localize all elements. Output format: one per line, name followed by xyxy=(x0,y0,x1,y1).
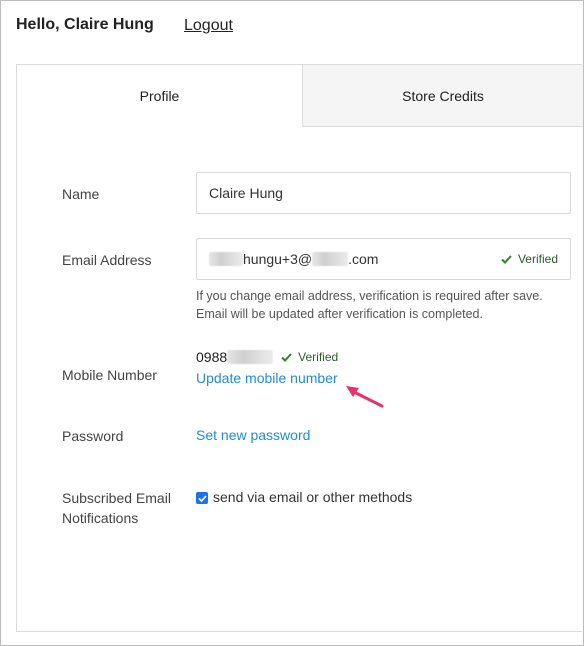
email-value-suffix: .com xyxy=(348,251,379,267)
check-icon xyxy=(281,352,292,362)
mobile-value-prefix: 0988 xyxy=(196,349,228,365)
subscription-checkbox-label[interactable]: send via email or other methods xyxy=(213,489,412,505)
redacted-blur xyxy=(209,252,243,266)
email-field[interactable]: hungu+3@ .com Verified xyxy=(196,238,571,280)
annotation-arrow xyxy=(346,386,384,408)
email-hint-line2: Email will be updated after verification… xyxy=(196,307,483,321)
subscription-label-line2: Notifications xyxy=(62,510,139,526)
checkmark-icon xyxy=(197,494,207,502)
email-hint-line1: If you change email address, verificatio… xyxy=(196,289,543,303)
subscription-label-line1: Subscribed Email xyxy=(62,490,171,506)
profile-card: Profile Store Credits xyxy=(16,64,583,632)
email-verified-badge: Verified xyxy=(501,252,558,266)
email-hint: If you change email address, verificatio… xyxy=(196,287,543,323)
redacted-blur xyxy=(227,350,274,364)
mobile-verified-text: Verified xyxy=(298,350,339,364)
subscription-label: Subscribed Email Notifications xyxy=(62,488,171,528)
email-label: Email Address xyxy=(62,252,152,268)
set-password-link[interactable]: Set new password xyxy=(196,427,310,443)
greeting-text: Hello, Claire Hung xyxy=(16,16,154,33)
check-icon xyxy=(501,254,512,264)
redacted-blur xyxy=(312,252,349,266)
mobile-value-row: 0988 Verified xyxy=(196,349,338,365)
subscription-checkbox[interactable] xyxy=(196,492,208,504)
name-label: Name xyxy=(62,186,100,202)
mobile-label: Mobile Number xyxy=(62,367,157,383)
password-label: Password xyxy=(62,428,124,444)
name-value: Claire Hung xyxy=(209,185,283,201)
name-field[interactable]: Claire Hung xyxy=(196,172,571,214)
logout-link[interactable]: Logout xyxy=(184,17,233,35)
tab-profile[interactable]: Profile xyxy=(17,65,302,127)
tab-store-credits[interactable]: Store Credits xyxy=(302,65,583,127)
update-mobile-link[interactable]: Update mobile number xyxy=(196,370,338,386)
mobile-verified-badge: Verified xyxy=(281,350,338,364)
email-value-visible: hungu+3@ xyxy=(243,251,313,267)
email-verified-text: Verified xyxy=(517,252,558,266)
